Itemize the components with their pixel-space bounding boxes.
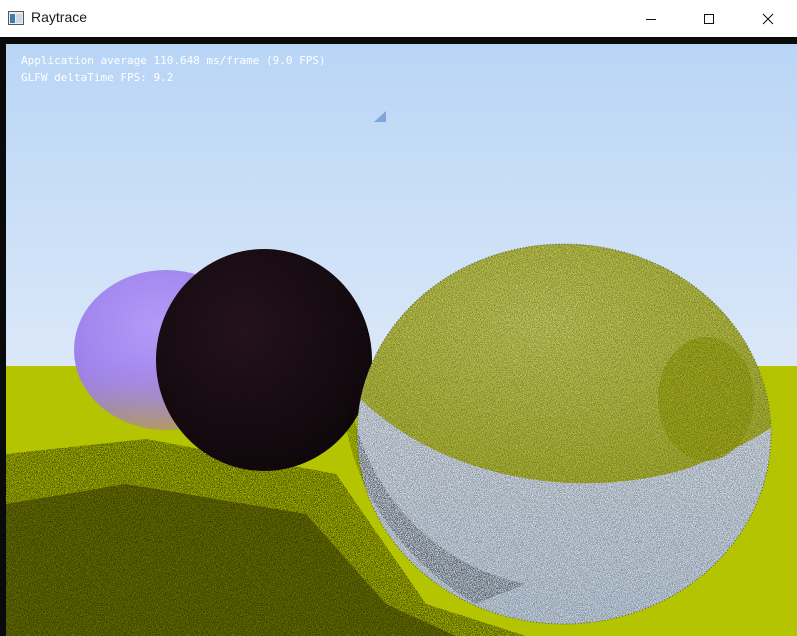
- frame-time-text: Application average 110.648 ms/frame (9.…: [21, 54, 326, 67]
- window-title: Raytrace: [31, 9, 88, 25]
- minimize-button[interactable]: [622, 0, 680, 37]
- title-bar: Raytrace: [0, 0, 797, 37]
- raytrace-scene: [6, 44, 797, 636]
- maximize-button[interactable]: [680, 0, 738, 37]
- render-viewport[interactable]: Application average 110.648 ms/frame (9.…: [6, 44, 797, 636]
- close-icon: [762, 13, 774, 24]
- fps-text: GLFW deltaTime FPS: 9.2: [21, 71, 174, 84]
- minimize-icon: [646, 18, 656, 20]
- app-icon: [8, 10, 24, 25]
- close-button[interactable]: [739, 0, 797, 37]
- maximize-icon: [704, 13, 714, 24]
